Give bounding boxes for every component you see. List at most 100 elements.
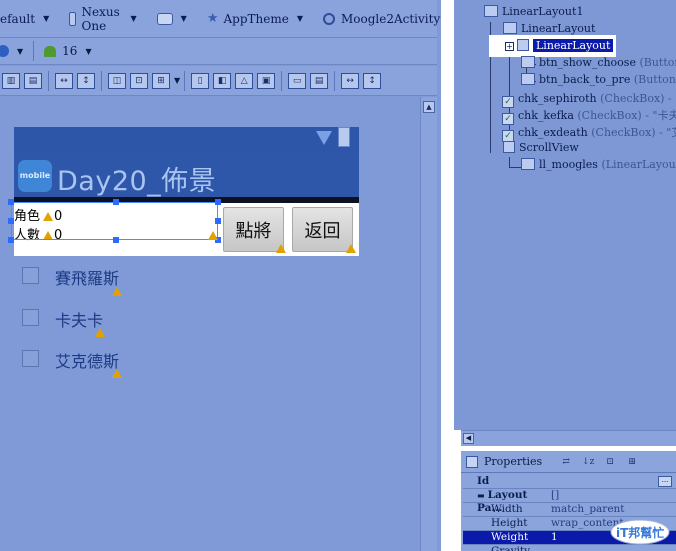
property-group-row[interactable]: ▬ Layout Pa... []	[463, 489, 676, 514]
align-baseline-button[interactable]: ▯	[191, 72, 210, 89]
outline-item[interactable]: ✓chk_kefka (CheckBox) - "卡夫卡	[502, 107, 676, 125]
selected-layout-outline[interactable]	[11, 202, 218, 240]
resize-handle[interactable]	[113, 237, 119, 243]
show-choose-button[interactable]: 點將	[223, 207, 284, 252]
property-value: []	[551, 489, 560, 501]
outline-item-label: btn_show_choose	[539, 56, 636, 69]
property-key: Height	[491, 517, 528, 529]
checkbox-exdeath[interactable]	[22, 350, 39, 367]
checkbox-label[interactable]: 艾克德斯	[55, 348, 119, 372]
outline-item-selected[interactable]: + LinearLayout	[505, 39, 614, 52]
checkbox-sephiroth[interactable]	[22, 267, 39, 284]
property-key: Gravity	[491, 545, 531, 551]
outline-item[interactable]: btn_back_to_pre (Button) -	[521, 73, 676, 86]
api-level-label: 16	[62, 44, 78, 58]
collapse-icon[interactable]: ▬	[477, 490, 485, 500]
layout-icon	[503, 22, 517, 34]
watermark-text: iT邦幫忙	[616, 525, 664, 540]
resize-handle[interactable]	[8, 218, 14, 224]
property-row[interactable]: Gravity	[463, 545, 676, 551]
outline-item[interactable]: ll_moogles (LinearLayout)	[521, 158, 676, 171]
outline-item[interactable]: LinearLayout1	[484, 5, 583, 18]
gravity-button[interactable]: ⊡	[130, 72, 148, 89]
expand-icon[interactable]: +	[505, 42, 514, 51]
outline-item[interactable]: LinearLayout	[503, 22, 595, 35]
property-value[interactable]: 1	[549, 531, 558, 545]
outline-item-label: btn_back_to_pre	[539, 73, 631, 86]
chevron-down-icon: ▼	[85, 46, 92, 56]
scroll-up-icon[interactable]: ▲	[423, 101, 435, 113]
resize-handle[interactable]	[215, 199, 221, 205]
align-top-button[interactable]: ◧	[213, 72, 232, 89]
distribute-button[interactable]: ⊞	[152, 72, 170, 89]
phone-icon	[69, 11, 76, 26]
button-icon	[521, 56, 535, 68]
canvas-vertical-scrollbar[interactable]: ▲	[420, 97, 437, 551]
toolbar-divider	[48, 70, 49, 91]
warning-icon	[276, 244, 286, 253]
button-icon	[521, 73, 535, 85]
sort-az-button[interactable]: ↓z	[580, 455, 596, 469]
warning-icon	[112, 287, 122, 296]
align-center-button[interactable]: △	[235, 72, 254, 89]
chevron-down-icon[interactable]: ▼	[174, 76, 180, 85]
activity-dropdown[interactable]: Moogle2Activity ▼	[317, 8, 460, 30]
outline-item[interactable]: btn_show_choose (Button) -	[521, 56, 676, 69]
outline-item-label: chk_kefka	[518, 109, 574, 122]
orientation-vertical-button[interactable]: ▤	[310, 72, 329, 89]
property-value[interactable]: match_parent	[549, 503, 625, 517]
back-button[interactable]: 返回	[292, 207, 353, 252]
outline-item[interactable]: ✓chk_exdeath (CheckBox) - "艾克	[502, 124, 676, 142]
locale-dropdown[interactable]: ▼	[0, 40, 29, 62]
property-key: Weight	[491, 531, 529, 543]
expand-height-button[interactable]: ↕	[363, 72, 382, 89]
filter-button[interactable]: ⊡	[602, 455, 618, 469]
toolbar-divider	[33, 41, 35, 61]
config-dropdown[interactable]: efault ▼	[0, 8, 55, 30]
expand-width-button[interactable]: ↔	[341, 72, 360, 89]
outline-item[interactable]: ✓chk_sephiroth (CheckBox) - "賽	[502, 90, 676, 108]
outline-item[interactable]: ScrollView	[503, 141, 579, 154]
layout-warning-icon	[517, 39, 529, 51]
scroll-left-icon[interactable]: ◀	[463, 433, 474, 444]
property-key: Id	[477, 475, 490, 487]
outline-horizontal-scrollbar[interactable]: ◀	[461, 430, 676, 446]
theme-label: AppTheme	[223, 11, 289, 26]
ellipsis-button[interactable]: ...	[658, 476, 672, 487]
checkbox-kefka[interactable]	[22, 309, 39, 326]
outline-item-type: (LinearLayout)	[601, 158, 676, 171]
property-value[interactable]	[549, 545, 551, 551]
api-level-dropdown[interactable]: 16 ▼	[38, 40, 97, 62]
toggle-fill-height-button[interactable]: ▤	[24, 72, 42, 89]
properties-icon	[466, 455, 478, 468]
resize-handle[interactable]	[113, 199, 119, 205]
theme-dropdown[interactable]: ★ AppTheme ▼	[201, 8, 309, 30]
align-bottom-button[interactable]: ▣	[257, 72, 276, 89]
resize-handle[interactable]	[8, 199, 14, 205]
checkbox-label[interactable]: 賽飛羅斯	[55, 265, 119, 289]
resize-handle[interactable]	[215, 218, 221, 224]
collapse-all-button[interactable]: ⇄	[558, 455, 574, 469]
globe-icon	[0, 45, 9, 57]
horizontal-resize-button[interactable]: ↔	[55, 72, 73, 89]
chevron-down-icon: ▼	[180, 14, 187, 23]
toggle-fill-width-button[interactable]: ▥	[2, 72, 20, 89]
config-label: efault	[0, 11, 36, 26]
rotate-icon	[156, 12, 173, 25]
android-icon	[44, 45, 57, 57]
orientation-dropdown[interactable]: ▼	[151, 8, 193, 30]
toolbar-divider	[101, 70, 102, 91]
property-row[interactable]: Width match_parent	[463, 503, 676, 517]
resize-handle[interactable]	[8, 237, 14, 243]
device-dropdown[interactable]: Nexus One ▼	[63, 4, 142, 33]
add-button[interactable]: ⊞	[624, 455, 640, 469]
chevron-down-icon: ▼	[130, 14, 137, 23]
property-row[interactable]: Id ...	[463, 475, 676, 489]
warning-icon	[208, 231, 218, 240]
device-label: Nexus One	[81, 4, 120, 33]
toolbar-divider	[184, 70, 186, 91]
toolbar-config: efault ▼ Nexus One ▼ ▼ ★ AppTheme ▼ Moog…	[0, 0, 454, 38]
orientation-horizontal-button[interactable]: ▭	[288, 72, 307, 89]
vertical-resize-button[interactable]: ↕	[77, 72, 95, 89]
margins-button[interactable]: ◫	[108, 72, 126, 89]
